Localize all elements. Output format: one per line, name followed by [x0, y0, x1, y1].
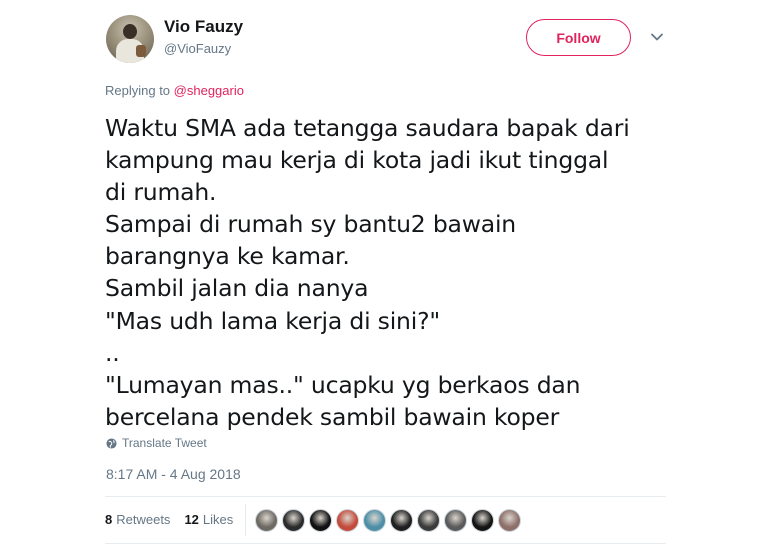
liker-avatars	[255, 509, 521, 532]
liker-avatar-8[interactable]	[444, 509, 467, 532]
translate-label: Translate Tweet	[122, 436, 207, 450]
tweet-stats: 8 Retweets 12 Likes	[105, 512, 233, 527]
retweets-stat[interactable]: 8 Retweets	[105, 512, 170, 527]
user-avatar[interactable]	[106, 15, 154, 63]
retweets-count: 8	[105, 512, 113, 527]
divider	[105, 496, 666, 497]
user-handle[interactable]: @VioFauzy	[164, 41, 231, 56]
tweet-text: Waktu SMA ada tetangga saudara bapak dar…	[105, 114, 630, 431]
likes-label: Likes	[202, 512, 234, 527]
liker-avatar-6[interactable]	[390, 509, 413, 532]
chevron-down-icon[interactable]	[650, 30, 664, 44]
likes-stat[interactable]: 12 Likes	[184, 512, 233, 527]
divider	[105, 543, 666, 544]
liker-avatar-3[interactable]	[309, 509, 332, 532]
retweets-label: Retweets	[116, 512, 171, 527]
replying-to: Replying to @sheggario	[105, 83, 244, 98]
liker-avatar-2[interactable]	[282, 509, 305, 532]
avatar-figure-bag	[136, 45, 146, 57]
stats-separator	[245, 504, 246, 536]
display-name[interactable]: Vio Fauzy	[164, 17, 243, 37]
liker-avatar-4[interactable]	[336, 509, 359, 532]
liker-avatar-7[interactable]	[417, 509, 440, 532]
replying-prefix: Replying to	[105, 83, 174, 98]
translate-tweet-link[interactable]: Translate Tweet	[106, 436, 207, 450]
globe-icon	[106, 437, 117, 449]
likes-count: 12	[184, 512, 199, 527]
tweet-timestamp[interactable]: 8:17 AM - 4 Aug 2018	[106, 466, 241, 482]
reply-mention-link[interactable]: @sheggario	[174, 83, 244, 98]
liker-avatar-1[interactable]	[255, 509, 278, 532]
liker-avatar-10[interactable]	[498, 509, 521, 532]
follow-button[interactable]: Follow	[526, 19, 631, 56]
liker-avatar-9[interactable]	[471, 509, 494, 532]
avatar-figure-head	[123, 24, 137, 39]
liker-avatar-5[interactable]	[363, 509, 386, 532]
